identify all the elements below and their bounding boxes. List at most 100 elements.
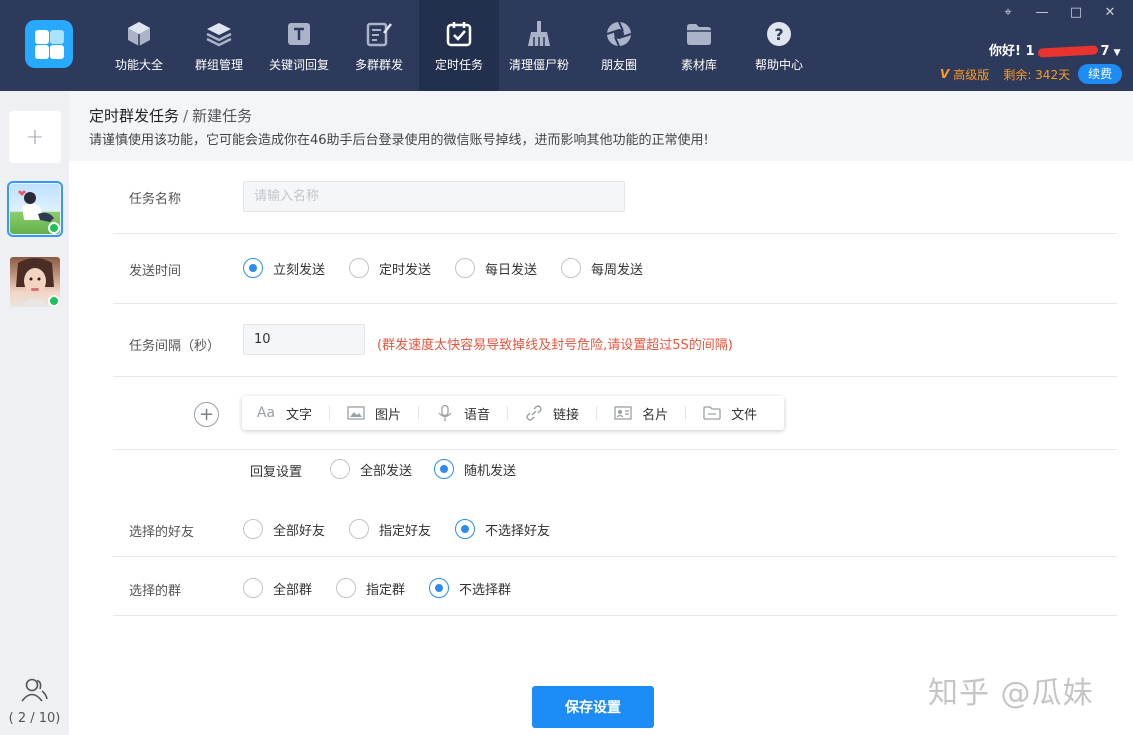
tool-label: 图片 xyxy=(375,407,402,423)
nav-label: 关键词回复 xyxy=(268,57,329,72)
nav-item-clean-zombie[interactable]: 清理僵尸粉 xyxy=(499,0,579,91)
top-bar: 功能大全 群组管理 关键词回复 多群群发 定时任务 清理僵尸粉 朋友圈 素材库 xyxy=(0,0,1133,91)
radio-groups-specified[interactable]: 指定群 xyxy=(336,578,405,598)
radio-circle xyxy=(243,258,263,278)
online-status-dot xyxy=(48,222,60,234)
account-avatar[interactable] xyxy=(7,181,63,237)
radio-label: 每日发送 xyxy=(485,262,538,278)
radio-friends-none[interactable]: 不选择好友 xyxy=(455,519,550,539)
radio-reply-random[interactable]: 随机发送 xyxy=(434,459,516,479)
calendar-check-icon xyxy=(446,21,472,46)
radio-friends-all[interactable]: 全部好友 xyxy=(243,519,325,539)
user-greeting[interactable]: 你好! 1 7 ▼ xyxy=(989,40,1120,59)
radio-label: 指定群 xyxy=(366,582,406,598)
tool-file[interactable]: 文件 xyxy=(703,404,757,423)
breadcrumb: 定时群发任务 / 新建任务 xyxy=(89,105,252,126)
nav-label: 群组管理 xyxy=(194,57,243,72)
radio-circle xyxy=(243,519,263,539)
tool-separator xyxy=(418,406,420,420)
radio-circle xyxy=(455,258,476,278)
nav-label: 功能大全 xyxy=(114,57,163,72)
interval-input[interactable] xyxy=(243,324,365,355)
radio-circle xyxy=(561,258,582,278)
radio-groups-all[interactable]: 全部群 xyxy=(243,578,312,598)
app-logo-icon xyxy=(25,20,73,68)
tool-separator xyxy=(507,406,509,420)
maximize-icon[interactable]: □ xyxy=(1061,3,1091,21)
radio-send-daily[interactable]: 每日发送 xyxy=(455,258,537,278)
nav-item-keyword-reply[interactable]: 关键词回复 xyxy=(259,0,339,91)
broom-icon xyxy=(528,20,550,46)
radio-label: 定时发送 xyxy=(379,262,432,278)
radio-circle xyxy=(434,459,455,479)
file-icon xyxy=(703,406,721,420)
edit-doc-icon xyxy=(366,22,392,46)
radio-circle xyxy=(349,519,370,539)
radio-send-scheduled[interactable]: 定时发送 xyxy=(349,258,431,278)
row-divider xyxy=(113,449,1117,450)
nav-label: 帮助中心 xyxy=(754,57,803,72)
nav-item-multi-group-send[interactable]: 多群群发 xyxy=(339,0,419,91)
radio-send-weekly[interactable]: 每周发送 xyxy=(561,258,643,278)
groups-label: 选择的群 xyxy=(129,584,182,599)
tool-label: 文字 xyxy=(286,407,313,423)
add-content-button[interactable]: + xyxy=(194,402,219,427)
groups-radio-group: 全部群 指定群 不选择群 xyxy=(243,578,535,598)
svg-text:?: ? xyxy=(774,25,783,44)
reply-radio-group: 全部发送 随机发送 xyxy=(330,459,540,479)
radio-label: 全部发送 xyxy=(360,463,413,479)
save-button[interactable]: 保存设置 xyxy=(532,686,654,728)
account-counter: ( 2 / 10) xyxy=(8,711,61,726)
tool-voice[interactable]: 语音 xyxy=(436,404,490,423)
nav-item-groups[interactable]: 群组管理 xyxy=(179,0,259,91)
radio-send-now[interactable]: 立刻发送 xyxy=(243,258,325,278)
nav-label: 清理僵尸粉 xyxy=(508,57,569,72)
nav-label: 素材库 xyxy=(680,57,717,72)
radio-label: 随机发送 xyxy=(464,463,517,479)
row-divider xyxy=(113,233,1117,234)
send-time-label: 发送时间 xyxy=(129,264,182,279)
row-divider xyxy=(113,376,1117,377)
nav-item-moments[interactable]: 朋友圈 xyxy=(579,0,659,91)
nav-label: 多群群发 xyxy=(354,57,403,72)
radio-circle xyxy=(455,519,476,539)
nav-item-scheduled-tasks[interactable]: 定时任务 xyxy=(419,0,499,91)
link-icon xyxy=(526,405,542,421)
add-account-button[interactable]: + xyxy=(9,111,61,163)
radio-label: 全部群 xyxy=(273,582,313,598)
radio-circle xyxy=(243,578,263,598)
content-type-toolbar: Aa 文字 图片 语音 链接 名片 文件 xyxy=(242,396,784,430)
tool-card[interactable]: 名片 xyxy=(614,404,668,423)
radio-groups-none[interactable]: 不选择群 xyxy=(429,578,511,598)
close-icon[interactable]: ✕ xyxy=(1095,3,1125,21)
friends-label: 选择的好友 xyxy=(129,525,195,540)
radio-circle xyxy=(349,258,370,278)
font-aa-icon: Aa xyxy=(256,405,276,421)
nav-item-materials[interactable]: 素材库 xyxy=(659,0,739,91)
row-divider xyxy=(113,303,1117,304)
radio-circle xyxy=(336,578,357,598)
cube-icon xyxy=(128,21,150,46)
pin-icon[interactable]: ⌖ xyxy=(993,3,1023,21)
radio-label: 指定好友 xyxy=(379,523,432,539)
radio-label: 不选择群 xyxy=(459,582,512,598)
tool-link[interactable]: 链接 xyxy=(525,404,579,423)
redaction-mark xyxy=(1037,45,1098,58)
tool-text[interactable]: Aa 文字 xyxy=(256,404,312,423)
nav-item-help[interactable]: ? 帮助中心 xyxy=(739,0,819,91)
nav-item-features[interactable]: 功能大全 xyxy=(99,0,179,91)
minimize-icon[interactable]: — xyxy=(1027,3,1057,21)
radio-friends-specified[interactable]: 指定好友 xyxy=(349,519,431,539)
watermark: 知乎 @瓜妹 xyxy=(928,676,1094,711)
vip-status: V 高级版 剩余: 342天 续费 xyxy=(940,64,1123,84)
breadcrumb-parent[interactable]: 定时群发任务 xyxy=(89,107,179,125)
tool-image[interactable]: 图片 xyxy=(347,404,401,423)
caret-down-icon: ▼ xyxy=(1113,48,1121,58)
task-name-input[interactable] xyxy=(243,181,625,212)
radio-reply-all[interactable]: 全部发送 xyxy=(330,459,412,479)
renew-button[interactable]: 续费 xyxy=(1078,64,1123,84)
tool-label: 语音 xyxy=(464,407,491,423)
send-time-radio-group: 立刻发送 定时发送 每日发送 每周发送 xyxy=(243,258,667,278)
account-avatar[interactable] xyxy=(10,257,60,307)
tool-label: 链接 xyxy=(553,407,580,423)
